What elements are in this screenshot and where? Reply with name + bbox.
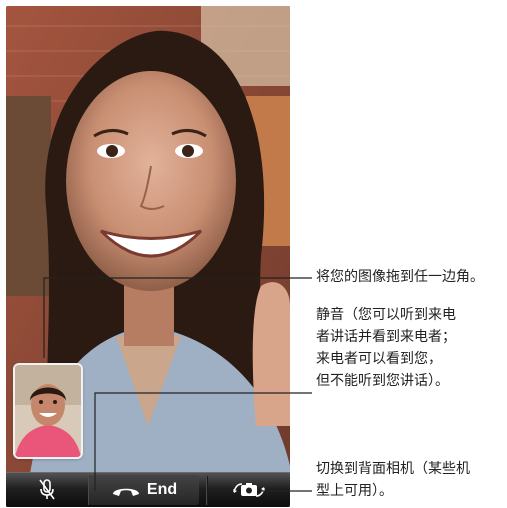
call-toolbar: End bbox=[6, 472, 290, 507]
phone-handset-icon bbox=[112, 488, 139, 496]
mute-callout: 静音（您可以听到来电 者讲话并看到来电者； 来电者可以看到您， 但不能听到您讲话… bbox=[316, 304, 456, 392]
mic-muted-icon bbox=[39, 479, 55, 500]
mute-callout-line: 来电者可以看到您， bbox=[316, 351, 442, 367]
switch-camera-button[interactable] bbox=[208, 475, 290, 505]
end-call-label: End bbox=[146, 481, 178, 498]
mute-callout-line: 但不能听到您讲话）。 bbox=[316, 373, 449, 389]
switch-callout-line: 型上可用）。 bbox=[316, 483, 393, 499]
mute-callout-line: 者讲话并看到来电者； bbox=[316, 329, 456, 345]
camera-rotate-icon bbox=[233, 483, 265, 497]
switch-callout-line: 切换到背面相机（某些机 bbox=[316, 461, 470, 477]
mute-button[interactable] bbox=[6, 475, 88, 505]
self-view-video bbox=[15, 365, 81, 457]
drag-callout: 将您的图像拖到任一边角。 bbox=[316, 269, 484, 285]
switch-camera-callout: 切换到背面相机（某些机 型上可用）。 bbox=[316, 458, 470, 502]
end-call-button[interactable]: End bbox=[89, 475, 199, 505]
facetime-screen: End bbox=[6, 6, 290, 507]
mute-callout-line: 静音（您可以听到来电 bbox=[316, 307, 456, 323]
self-view-thumbnail[interactable] bbox=[15, 365, 81, 457]
